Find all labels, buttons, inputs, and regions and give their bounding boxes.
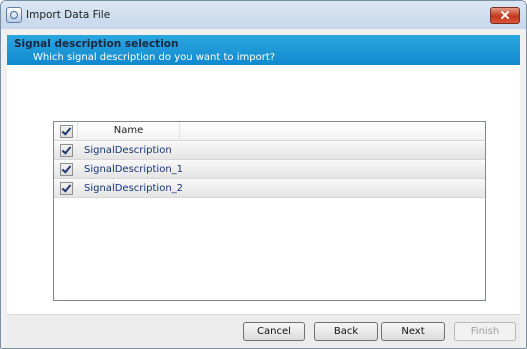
row-label: SignalDescription_2 [84,183,184,194]
signal-description-list[interactable]: Name SignalDescription SignalDescription… [53,121,486,301]
title-bar[interactable]: Import Data File [1,1,526,29]
name-column-header[interactable]: Name [78,122,180,140]
select-all-column [54,122,78,140]
row-label: SignalDescription_1 [84,164,184,175]
name-column-label: Name [113,125,144,136]
list-item[interactable]: SignalDescription_2 [54,179,485,198]
select-all-checkbox[interactable] [60,125,73,138]
finish-button[interactable]: Finish [454,322,516,341]
next-button[interactable]: Next [381,322,445,341]
list-item[interactable]: SignalDescription_1 [54,160,485,179]
wizard-body: Name SignalDescription SignalDescription… [7,65,520,314]
button-bar: Cancel Back Next Finish [7,314,520,347]
row-checkbox[interactable] [60,182,73,195]
list-header: Name [54,122,485,141]
row-label: SignalDescription [84,145,172,156]
cancel-button[interactable]: Cancel [243,322,305,341]
back-button[interactable]: Back [314,322,378,341]
app-icon [6,7,22,23]
list-item[interactable]: SignalDescription [54,141,485,160]
row-checkbox[interactable] [60,163,73,176]
step-title: Signal description selection [14,38,179,50]
row-checkbox[interactable] [60,144,73,157]
import-data-file-dialog: Import Data File Signal description sele… [0,0,527,349]
close-button[interactable] [490,7,520,24]
step-subtitle: Which signal description do you want to … [33,52,276,63]
wizard-header: Signal description selection Which signa… [7,35,520,65]
window-title: Import Data File [26,9,111,21]
